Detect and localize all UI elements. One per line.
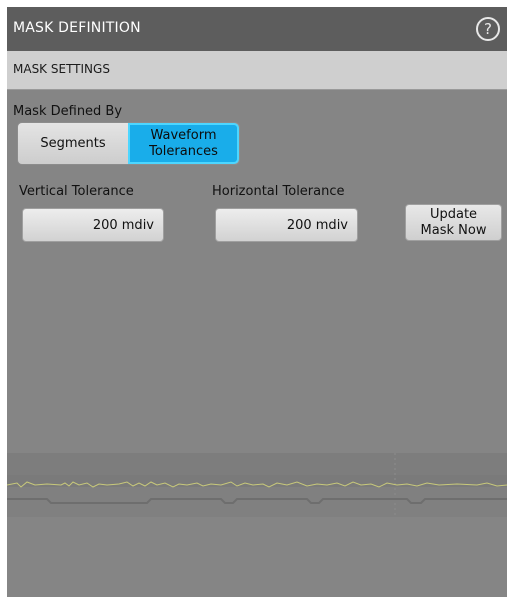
segments-button[interactable]: Segments xyxy=(18,123,128,164)
update-mask-now-button[interactable]: Update Mask Now xyxy=(405,204,502,241)
mask-definition-dialog: MASK DEFINITION ? MASK SETTINGS Mask Def… xyxy=(7,7,507,597)
update-mask-now-line2: Mask Now xyxy=(420,223,487,238)
horizontal-tolerance-label: Horizontal Tolerance xyxy=(212,184,345,199)
help-icon[interactable]: ? xyxy=(476,17,500,41)
mask-defined-by-toggle: Segments Waveform Tolerances xyxy=(17,122,240,165)
waveform-tolerances-line2: Tolerances xyxy=(149,144,218,159)
waveform-trace-preview xyxy=(7,453,507,517)
waveform-tolerances-line1: Waveform xyxy=(150,128,217,143)
mask-defined-by-label: Mask Defined By xyxy=(13,104,123,119)
vertical-tolerance-field[interactable]: 200 mdiv xyxy=(22,208,164,242)
waveform-band-upper xyxy=(7,453,507,475)
dialog-title: MASK DEFINITION xyxy=(13,20,141,36)
section-title: MASK SETTINGS xyxy=(13,62,110,76)
update-mask-now-line1: Update xyxy=(429,207,478,222)
section-header: MASK SETTINGS xyxy=(7,51,507,90)
vertical-tolerance-label: Vertical Tolerance xyxy=(19,184,134,199)
horizontal-tolerance-field[interactable]: 200 mdiv xyxy=(215,208,358,242)
title-bar: MASK DEFINITION ? xyxy=(7,7,507,51)
waveform-tolerances-button[interactable]: Waveform Tolerances xyxy=(128,123,239,164)
